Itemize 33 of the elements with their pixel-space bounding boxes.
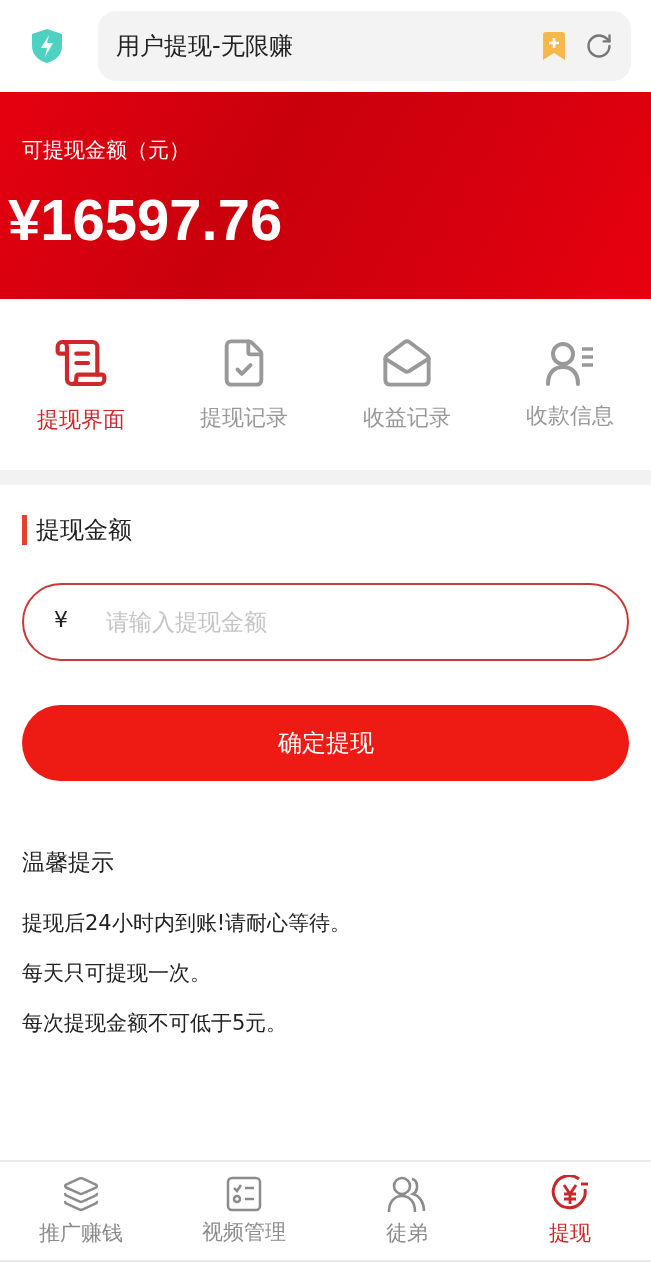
shield-icon	[30, 28, 64, 64]
tab-label: 提现记录	[200, 403, 289, 432]
tab[interactable]: 提现记录	[162, 299, 326, 470]
refresh-icon[interactable]	[585, 32, 613, 60]
users-icon	[386, 1175, 427, 1213]
nav-item[interactable]: 提现	[488, 1162, 651, 1260]
tab-label: 提现界面	[37, 405, 126, 434]
nav-label: 推广赚钱	[39, 1220, 124, 1247]
nav-item[interactable]: 推广赚钱	[0, 1162, 163, 1260]
currency-sign: ¥	[54, 607, 68, 632]
nav-label: 提现	[548, 1220, 591, 1247]
tab[interactable]: 收益记录	[325, 299, 489, 470]
tab-label: 收款信息	[525, 401, 614, 430]
nav-item[interactable]: 徒弟	[325, 1162, 489, 1260]
page-title: 用户提现-无限赚	[116, 31, 294, 62]
submit-button[interactable]: 确定提现	[22, 705, 629, 781]
notice-text: 每次提现金额不可低于5元。	[22, 1010, 288, 1037]
balance-amount: ¥16597.76	[8, 186, 283, 253]
tab-label: 收益记录	[362, 403, 451, 432]
balance-label: 可提现金额（元）	[22, 137, 190, 164]
tab[interactable]: 提现界面	[0, 299, 163, 470]
tab[interactable]: 收款信息	[488, 299, 651, 470]
notice-title: 温馨提示	[22, 848, 114, 877]
nav-label: 徒弟	[385, 1220, 428, 1247]
notice-text: 提现后24小时内到账!请耐心等待。	[22, 910, 352, 937]
envelope-icon	[380, 336, 433, 389]
checklist-icon	[226, 1176, 263, 1212]
layers-icon	[62, 1175, 101, 1213]
address-bar[interactable]: 用户提现-无限赚	[98, 11, 631, 81]
nav-item[interactable]: 视频管理	[162, 1162, 326, 1260]
section-title: 提现金额	[22, 515, 132, 545]
notice-text: 每天只可提现一次。	[22, 960, 211, 987]
nav-label: 视频管理	[202, 1219, 287, 1246]
